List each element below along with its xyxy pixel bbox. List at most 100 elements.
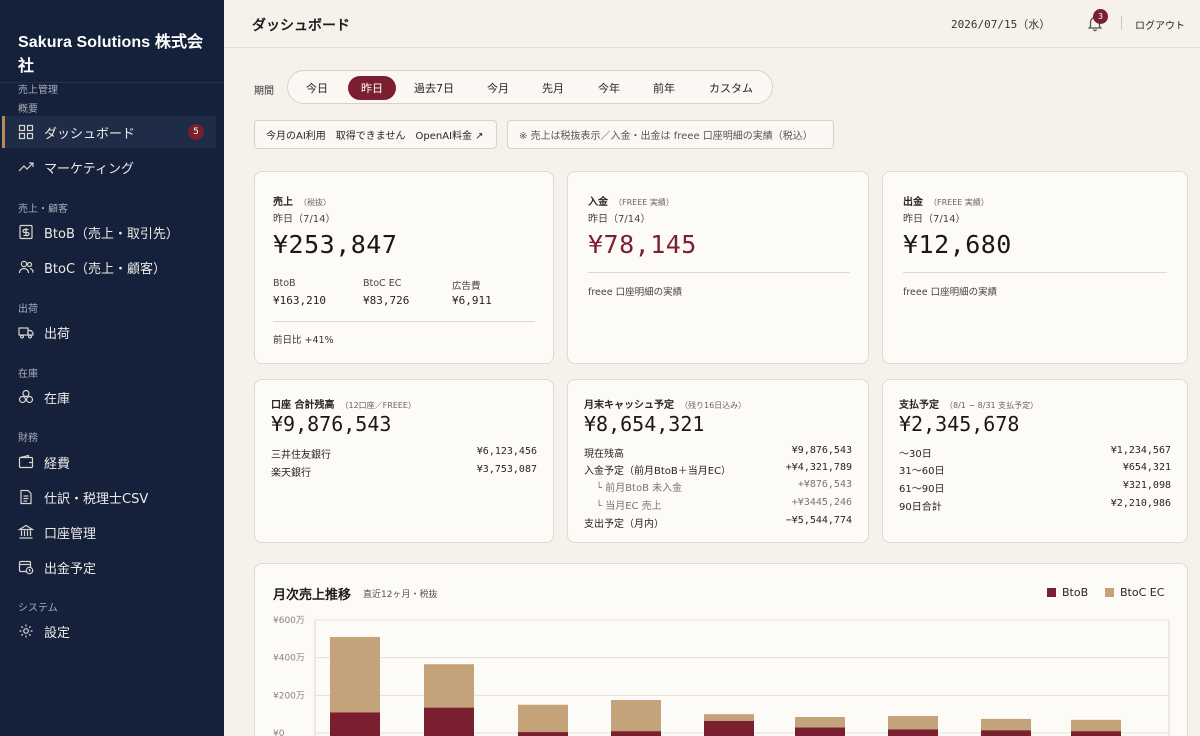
sidebar-item-btob[interactable]: BtoB（売上・取引先） [2,216,216,248]
card-date: 昨日（7/14） [588,214,651,225]
bar-btob [611,731,661,736]
row-label: 支出予定（月内） [584,519,664,530]
row-label: 現在残高 [584,449,624,460]
y-tick-label: ¥200万 [273,691,305,701]
bar-btoc [981,718,1031,731]
card-title-text: 入金 [588,197,608,208]
ai-usage-chip[interactable]: 今月のAI利用 取得できません OpenAI料金 ↗ [254,120,497,149]
sidebar-item-marketing[interactable]: マーケティング [2,151,216,183]
card-title: 入金 （FREEE 実績） [588,193,674,208]
period-option-last-month[interactable]: 先月 [528,76,578,100]
sidebar: Sakura Solutions 株式会社 売上管理 概要 ダッシュボード 5 … [0,0,224,736]
wallet-icon [18,454,34,470]
dashboard-badge: 5 [188,124,204,140]
card-title: 口座 合計残高 （12口座／FREEE） [271,396,416,411]
sidebar-item-label: 設定 [44,625,71,641]
row-value: ¥654,321 [1122,462,1171,473]
period-selector: 今日 昨日 過去7日 今月 先月 今年 前年 カスタム [287,70,773,104]
withdrawal-value: ¥12,680 [903,230,1012,259]
withdrawal-note: freee 口座明細の実績 [903,287,998,298]
section-overview: 概要 [18,104,38,115]
payment-value: ¥2,345,678 [899,412,1020,436]
bar-btoc [704,714,754,721]
bar-btob [888,729,938,736]
sales-value: ¥253,847 [273,230,398,259]
divider [588,272,850,273]
sidebar-item-dashboard[interactable]: ダッシュボード 5 [2,116,216,148]
bar-btoc [518,704,568,733]
tax-note-chip: ※ 売上は税抜表示／入金・出金は freee 口座明細の実績（税込） [507,120,834,149]
section-system: システム [18,603,58,614]
sidebar-item-label: 仕訳・税理士CSV [44,491,149,507]
row-value: +¥3445,246 [791,497,852,508]
row-value: +¥4,321,789 [785,462,852,473]
y-tick-label: ¥400万 [273,654,305,664]
trend-icon [18,159,34,175]
card-title-sub: （8/1 − 8/31 支払予定） [945,401,1039,410]
breakdown-value-btob: ¥163,210 [273,294,326,307]
y-tick-label: ¥600万 [273,616,305,626]
sidebar-item-accounts[interactable]: 口座管理 [2,516,216,548]
row-label: 楽天銀行 [271,468,311,479]
cash-subrow: └ 前月BtoB 未入金 +¥876,543 [596,479,852,495]
card-title: 支払予定 （8/1 − 8/31 支払予定） [899,396,1038,411]
bar-btoc [424,664,474,708]
row-label: 61〜90日 [899,484,945,495]
row-value: ¥3,753,087 [476,464,537,475]
bar-btob [795,727,845,736]
sidebar-item-label: BtoB（売上・取引先） [44,226,179,242]
period-option-yesterday[interactable]: 昨日 [348,76,396,100]
monthly-sales-chart-card: 月次売上推移 直近12ヶ月・税抜 BtoB BtoC EC ¥0 ¥200万 ¥40… [254,563,1188,736]
row-label: 入金予定（前月BtoB＋当月EC） [584,466,732,477]
sidebar-item-label: 出金予定 [44,561,97,577]
bar-btoc [611,700,661,732]
sidebar-item-expenses[interactable]: 経費 [2,446,216,478]
monthly-sales-chart: ¥0 ¥200万 ¥400万 ¥600万 [273,616,1170,736]
card-title-sub: （12口座／FREEE） [340,401,416,410]
users-icon [18,259,34,275]
period-option-this-year[interactable]: 今年 [584,76,634,100]
grid-icon [18,124,34,140]
period-option-7days[interactable]: 過去7日 [403,76,465,100]
sidebar-item-journal-csv[interactable]: 仕訳・税理士CSV [2,481,216,513]
bar-btob [330,712,380,736]
withdrawal-card: 出金 （FREEE 実績） 昨日（7/14） ¥12,680 freee 口座明細… [882,171,1188,364]
card-title: 売上 （税抜） [273,193,331,208]
period-option-last-year[interactable]: 前年 [639,76,689,100]
breakdown-label-btoc: BtoC EC [363,278,402,289]
sidebar-item-shipping[interactable]: 出荷 [2,316,216,348]
breakdown-label-ads: 広告費 [452,281,481,292]
bar-btob [424,707,474,736]
ledger-icon [18,224,34,240]
card-title: 出金 （FREEE 実績） [903,193,989,208]
card-title-sub: （FREEE 実績） [929,198,989,207]
period-label: 期間 [254,86,274,97]
period-option-this-month[interactable]: 今月 [473,76,523,100]
balance-card: 口座 合計残高 （12口座／FREEE） ¥9,876,543 三井住友銀行 ¥6,… [254,379,554,543]
period-option-today[interactable]: 今日 [294,76,340,100]
balance-value: ¥9,876,543 [271,412,392,436]
bank-icon [18,524,34,540]
section-finance: 財務 [18,433,38,444]
cash-subrow: └ 当月EC 売上 +¥3445,246 [596,497,852,513]
row-label: 31〜60日 [899,466,945,477]
row-label: 三井住友銀行 [271,450,331,461]
card-date: 昨日（7/14） [903,214,966,225]
section-inventory: 在庫 [18,369,38,380]
row-value: ¥321,098 [1122,480,1171,491]
row-label: 〜30日 [899,449,932,460]
card-title-text: 月末キャッシュ予定 [584,400,674,411]
card-title-text: 口座 合計残高 [271,400,335,411]
deposit-value: ¥78,145 [588,230,697,259]
logout-button[interactable]: ログアウト [1135,17,1185,32]
payment-row: 90日合計 ¥2,210,986 [899,498,1171,514]
sidebar-item-inventory[interactable]: 在庫 [2,381,216,413]
payment-row: 61〜90日 ¥321,098 [899,480,1171,496]
sidebar-item-payment-schedule[interactable]: 出金予定 [2,551,216,583]
card-title-text: 支払予定 [899,400,939,411]
sidebar-item-settings[interactable]: 設定 [2,615,216,647]
gear-icon [18,623,34,639]
period-option-custom[interactable]: カスタム [696,76,766,100]
y-tick-label: ¥0 [273,729,285,736]
sidebar-item-btoc[interactable]: BtoC（売上・顧客） [2,251,216,283]
